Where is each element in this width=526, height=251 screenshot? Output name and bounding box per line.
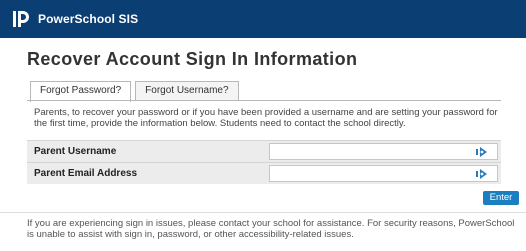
parent-username-input[interactable] bbox=[269, 143, 498, 160]
parent-username-label: Parent Username bbox=[34, 146, 117, 157]
tab-forgot-password[interactable]: Forgot Password? bbox=[30, 81, 132, 102]
form-row-parent-email: Parent Email Address bbox=[27, 162, 501, 184]
intro-instructions: Parents, to recover your password or if … bbox=[34, 107, 498, 129]
top-header-bar: PowerSchool SIS bbox=[0, 0, 526, 38]
parent-email-input[interactable] bbox=[269, 165, 498, 182]
form-row-parent-username: Parent Username bbox=[27, 140, 501, 162]
support-notice: If you are experiencing sign in issues, … bbox=[27, 218, 515, 240]
parent-email-label: Parent Email Address bbox=[34, 168, 138, 179]
divider bbox=[0, 212, 526, 213]
enter-button[interactable]: Enter bbox=[483, 191, 519, 205]
recovery-tabs: Forgot Password? Forgot Username? bbox=[30, 81, 243, 102]
password-manager-icon[interactable] bbox=[476, 169, 487, 179]
tab-forgot-username[interactable]: Forgot Username? bbox=[135, 81, 239, 101]
brand-name: PowerSchool SIS bbox=[38, 12, 139, 26]
powerschool-logo-icon bbox=[13, 11, 29, 27]
password-manager-icon[interactable] bbox=[476, 147, 487, 157]
page-title: Recover Account Sign In Information bbox=[27, 49, 358, 69]
